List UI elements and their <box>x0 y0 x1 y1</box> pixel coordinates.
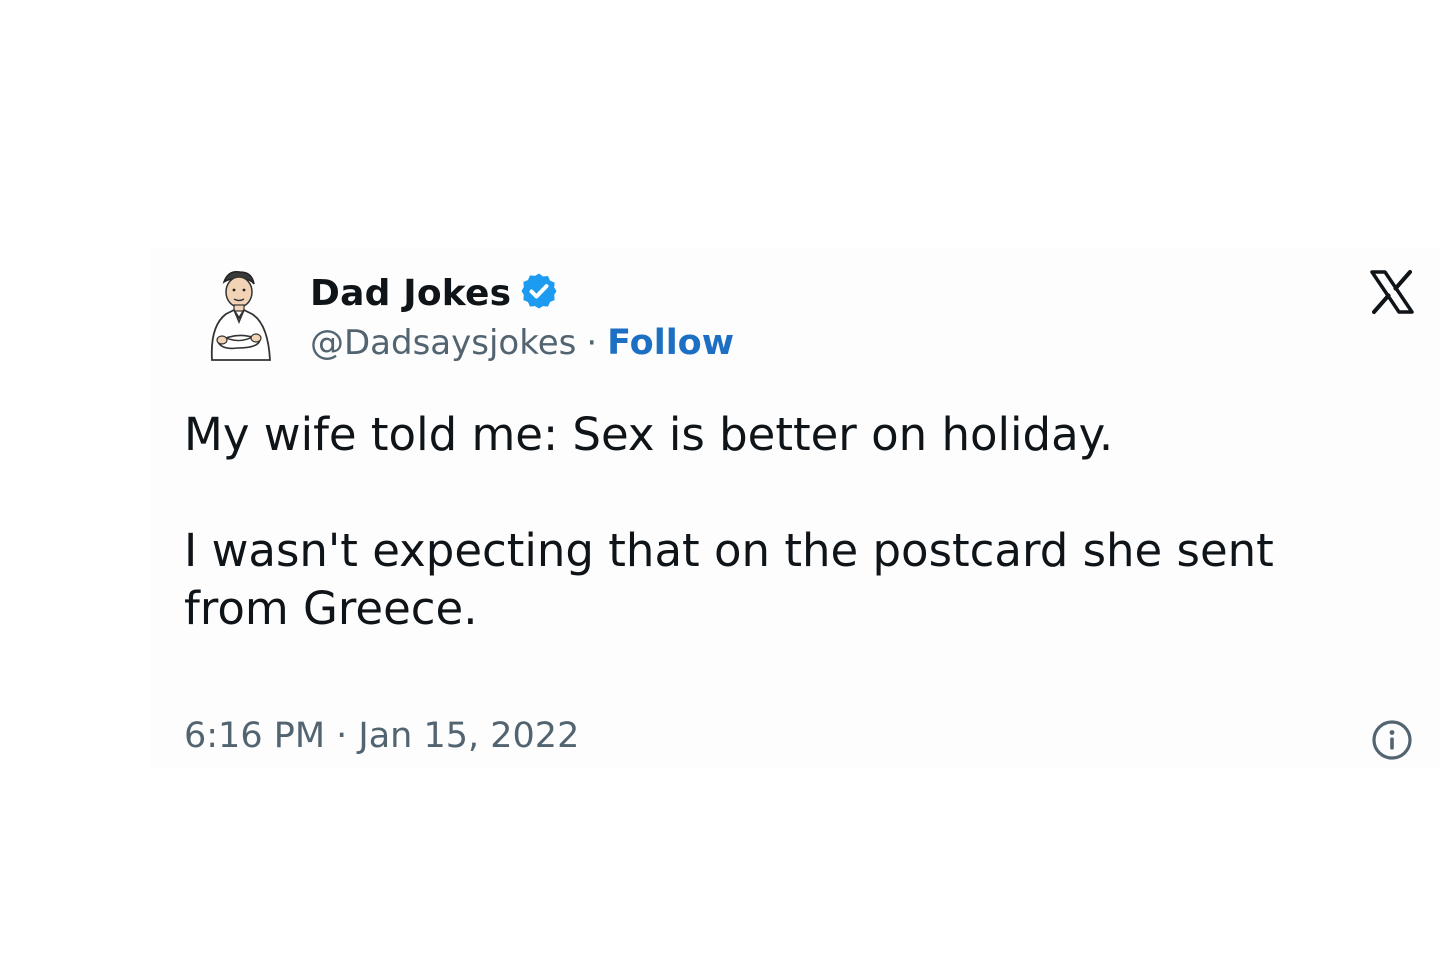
author-handle[interactable]: @Dadsaysjokes <box>310 323 576 363</box>
x-logo-icon[interactable] <box>1368 268 1416 316</box>
tweet-text: My wife told me: Sex is better on holida… <box>184 406 1284 638</box>
tweet-paragraph: My wife told me: Sex is better on holida… <box>184 408 1114 461</box>
author-name[interactable]: Dad Jokes <box>310 273 511 314</box>
tweet-timestamp[interactable]: 6:16 PM · Jan 15, 2022 <box>184 716 579 756</box>
avatar[interactable] <box>200 268 276 364</box>
verified-badge-icon <box>511 271 559 315</box>
author-name-row: Dad Jokes <box>310 270 559 316</box>
handle-row: @Dadsaysjokes · Follow <box>310 320 734 366</box>
dad-cartoon-avatar-icon <box>210 270 271 361</box>
tweet-card: Dad Jokes @Dadsaysjokes · Follow My wife… <box>150 248 1440 768</box>
info-icon[interactable] <box>1370 718 1414 762</box>
follow-link[interactable]: Follow <box>607 323 734 363</box>
tweet-paragraph: I wasn't expecting that on the postcard … <box>184 524 1274 635</box>
separator-dot: · <box>586 323 598 363</box>
